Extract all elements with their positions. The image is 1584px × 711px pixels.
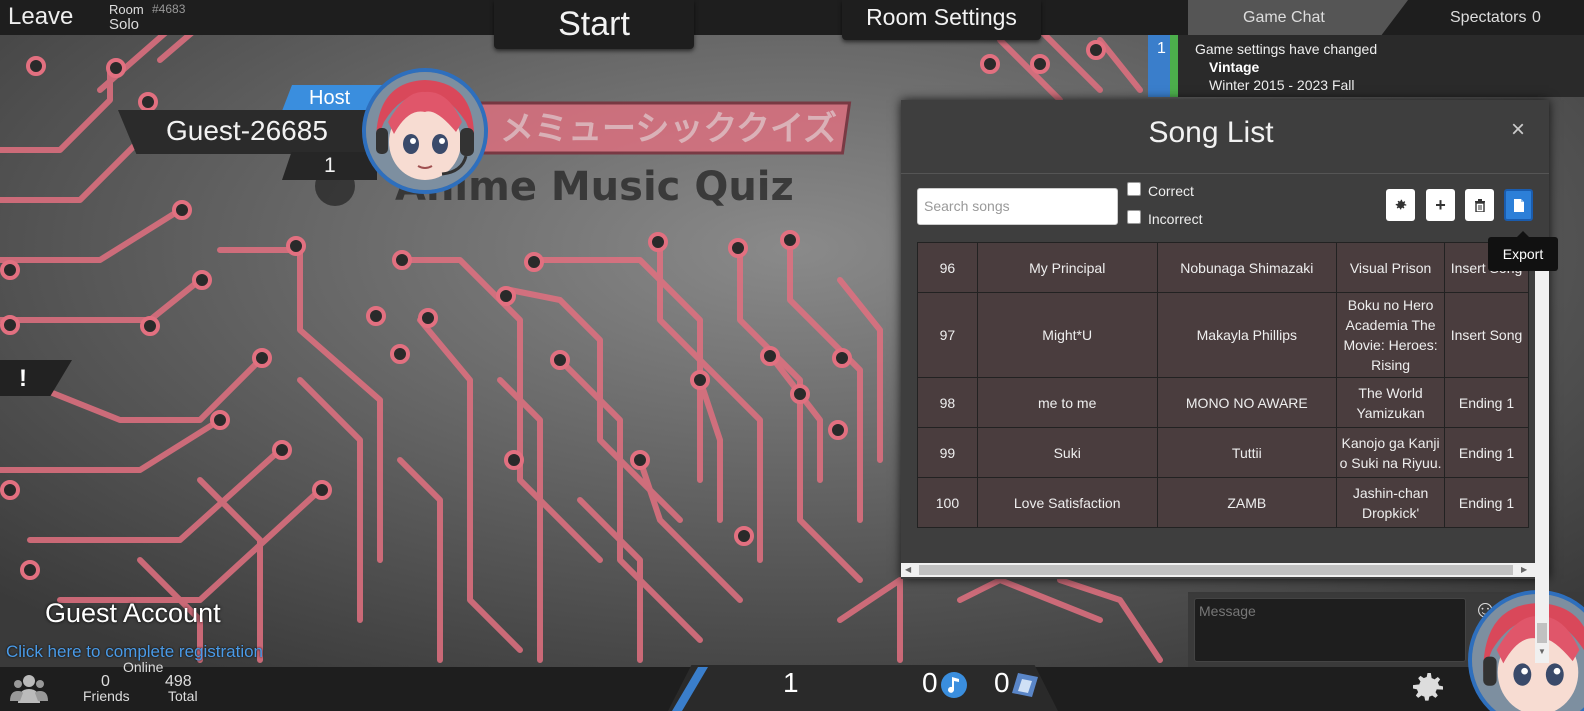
player-score: 1 [324,154,336,177]
spectators-count: 0 [1532,9,1541,26]
player-level[interactable]: 1 [783,667,799,699]
incorrect-label: Incorrect [1148,211,1203,227]
ticket-icon [1012,673,1038,697]
player-name: Guest-26685 [166,115,328,146]
chat-message-setting: Vintage [1209,59,1260,75]
gear-icon[interactable] [1408,668,1448,708]
table-row[interactable]: 96 My Principal Nobunaga Shimazaki Visua… [917,242,1529,293]
note-icon [941,672,967,698]
guest-account-title: Guest Account [45,598,221,628]
incorrect-checkbox[interactable] [1127,210,1141,224]
total-label: Total [168,688,198,704]
export-tooltip: Export [1488,231,1558,271]
vertical-scrollbar[interactable]: ▼ [1535,240,1549,663]
settings-button[interactable] [1386,189,1415,221]
xp-bar-accent [672,667,708,711]
tab-game-chat-label: Game Chat [1243,9,1325,26]
add-button[interactable]: + [1426,189,1455,221]
warning-icon: ! [19,365,27,392]
tab-game-chat[interactable]: Game Chat [1188,0,1408,35]
room-label: Room [109,2,144,17]
modal-title: Song List [1148,116,1274,149]
gear-icon [1395,199,1406,210]
scroll-left-icon[interactable]: ◀ [905,565,911,574]
room-id: #4683 [152,2,186,16]
modal-divider [901,173,1549,174]
correct-checkbox[interactable] [1127,182,1141,196]
svg-text:メミューシッククイズ: メミューシッククイズ [500,109,837,149]
scroll-down-icon[interactable]: ▼ [1538,647,1546,656]
friends-label: Friends [83,688,130,704]
export-button[interactable] [1504,189,1533,221]
chat-message: 1 Game settings have changed Vintage Win… [1148,35,1584,97]
room-settings-button[interactable]: Room Settings [842,0,1041,40]
table-row[interactable]: 99 Suki Tuttii Kanojo ga Kanji o Suki na… [917,427,1529,478]
leave-button[interactable]: Leave [8,3,73,31]
table-row[interactable]: 98 me to me MONO NO AWARE The World Yami… [917,377,1529,428]
table-row[interactable]: 97 Might*U Makayla Phillips Boku no Hero… [917,292,1529,378]
tickets-count: 0 [994,667,1010,698]
horizontal-scrollbar[interactable]: ◀ ▶ [901,563,1549,577]
song-list-modal: Song List × Search songs Correct Incorre… [901,100,1549,663]
close-icon[interactable]: × [1511,116,1525,144]
chat-message-text: Game settings have changed [1195,41,1378,57]
chat-header: Game Chat Spectators 0 [1188,0,1584,35]
scroll-right-icon[interactable]: ▶ [1521,565,1527,574]
friends-icon[interactable] [10,669,48,707]
chat-message-number: 1 [1148,35,1178,97]
file-icon [1513,199,1524,212]
notes-count: 0 [922,667,938,698]
trash-icon [1474,199,1485,213]
chat-message-range: Winter 2015 - 2023 Fall [1209,77,1355,93]
start-button[interactable]: Start [494,0,694,49]
horizontal-scroll-thumb[interactable] [919,565,1513,575]
table-row[interactable]: 100 Love Satisfaction ZAMB Jashin-chan D… [917,477,1529,528]
bottom-bar: Online 0 Friends 498 Total 1 0 0 [0,659,1584,711]
search-songs-input[interactable]: Search songs [917,188,1118,225]
tab-spectators[interactable]: Spectators [1450,9,1526,27]
delete-button[interactable] [1465,189,1494,221]
player-avatar[interactable] [362,68,488,194]
correct-label: Correct [1148,183,1194,199]
player-score-plate: 1 [282,152,377,180]
room-mode: Solo [109,16,140,33]
vertical-scroll-thumb[interactable] [1537,623,1547,643]
song-table: 96 My Principal Nobunaga Shimazaki Visua… [917,242,1529,528]
player-name-plate: Guest-26685 [118,110,380,154]
plus-icon: + [1435,195,1446,215]
online-label: Online [123,659,164,675]
